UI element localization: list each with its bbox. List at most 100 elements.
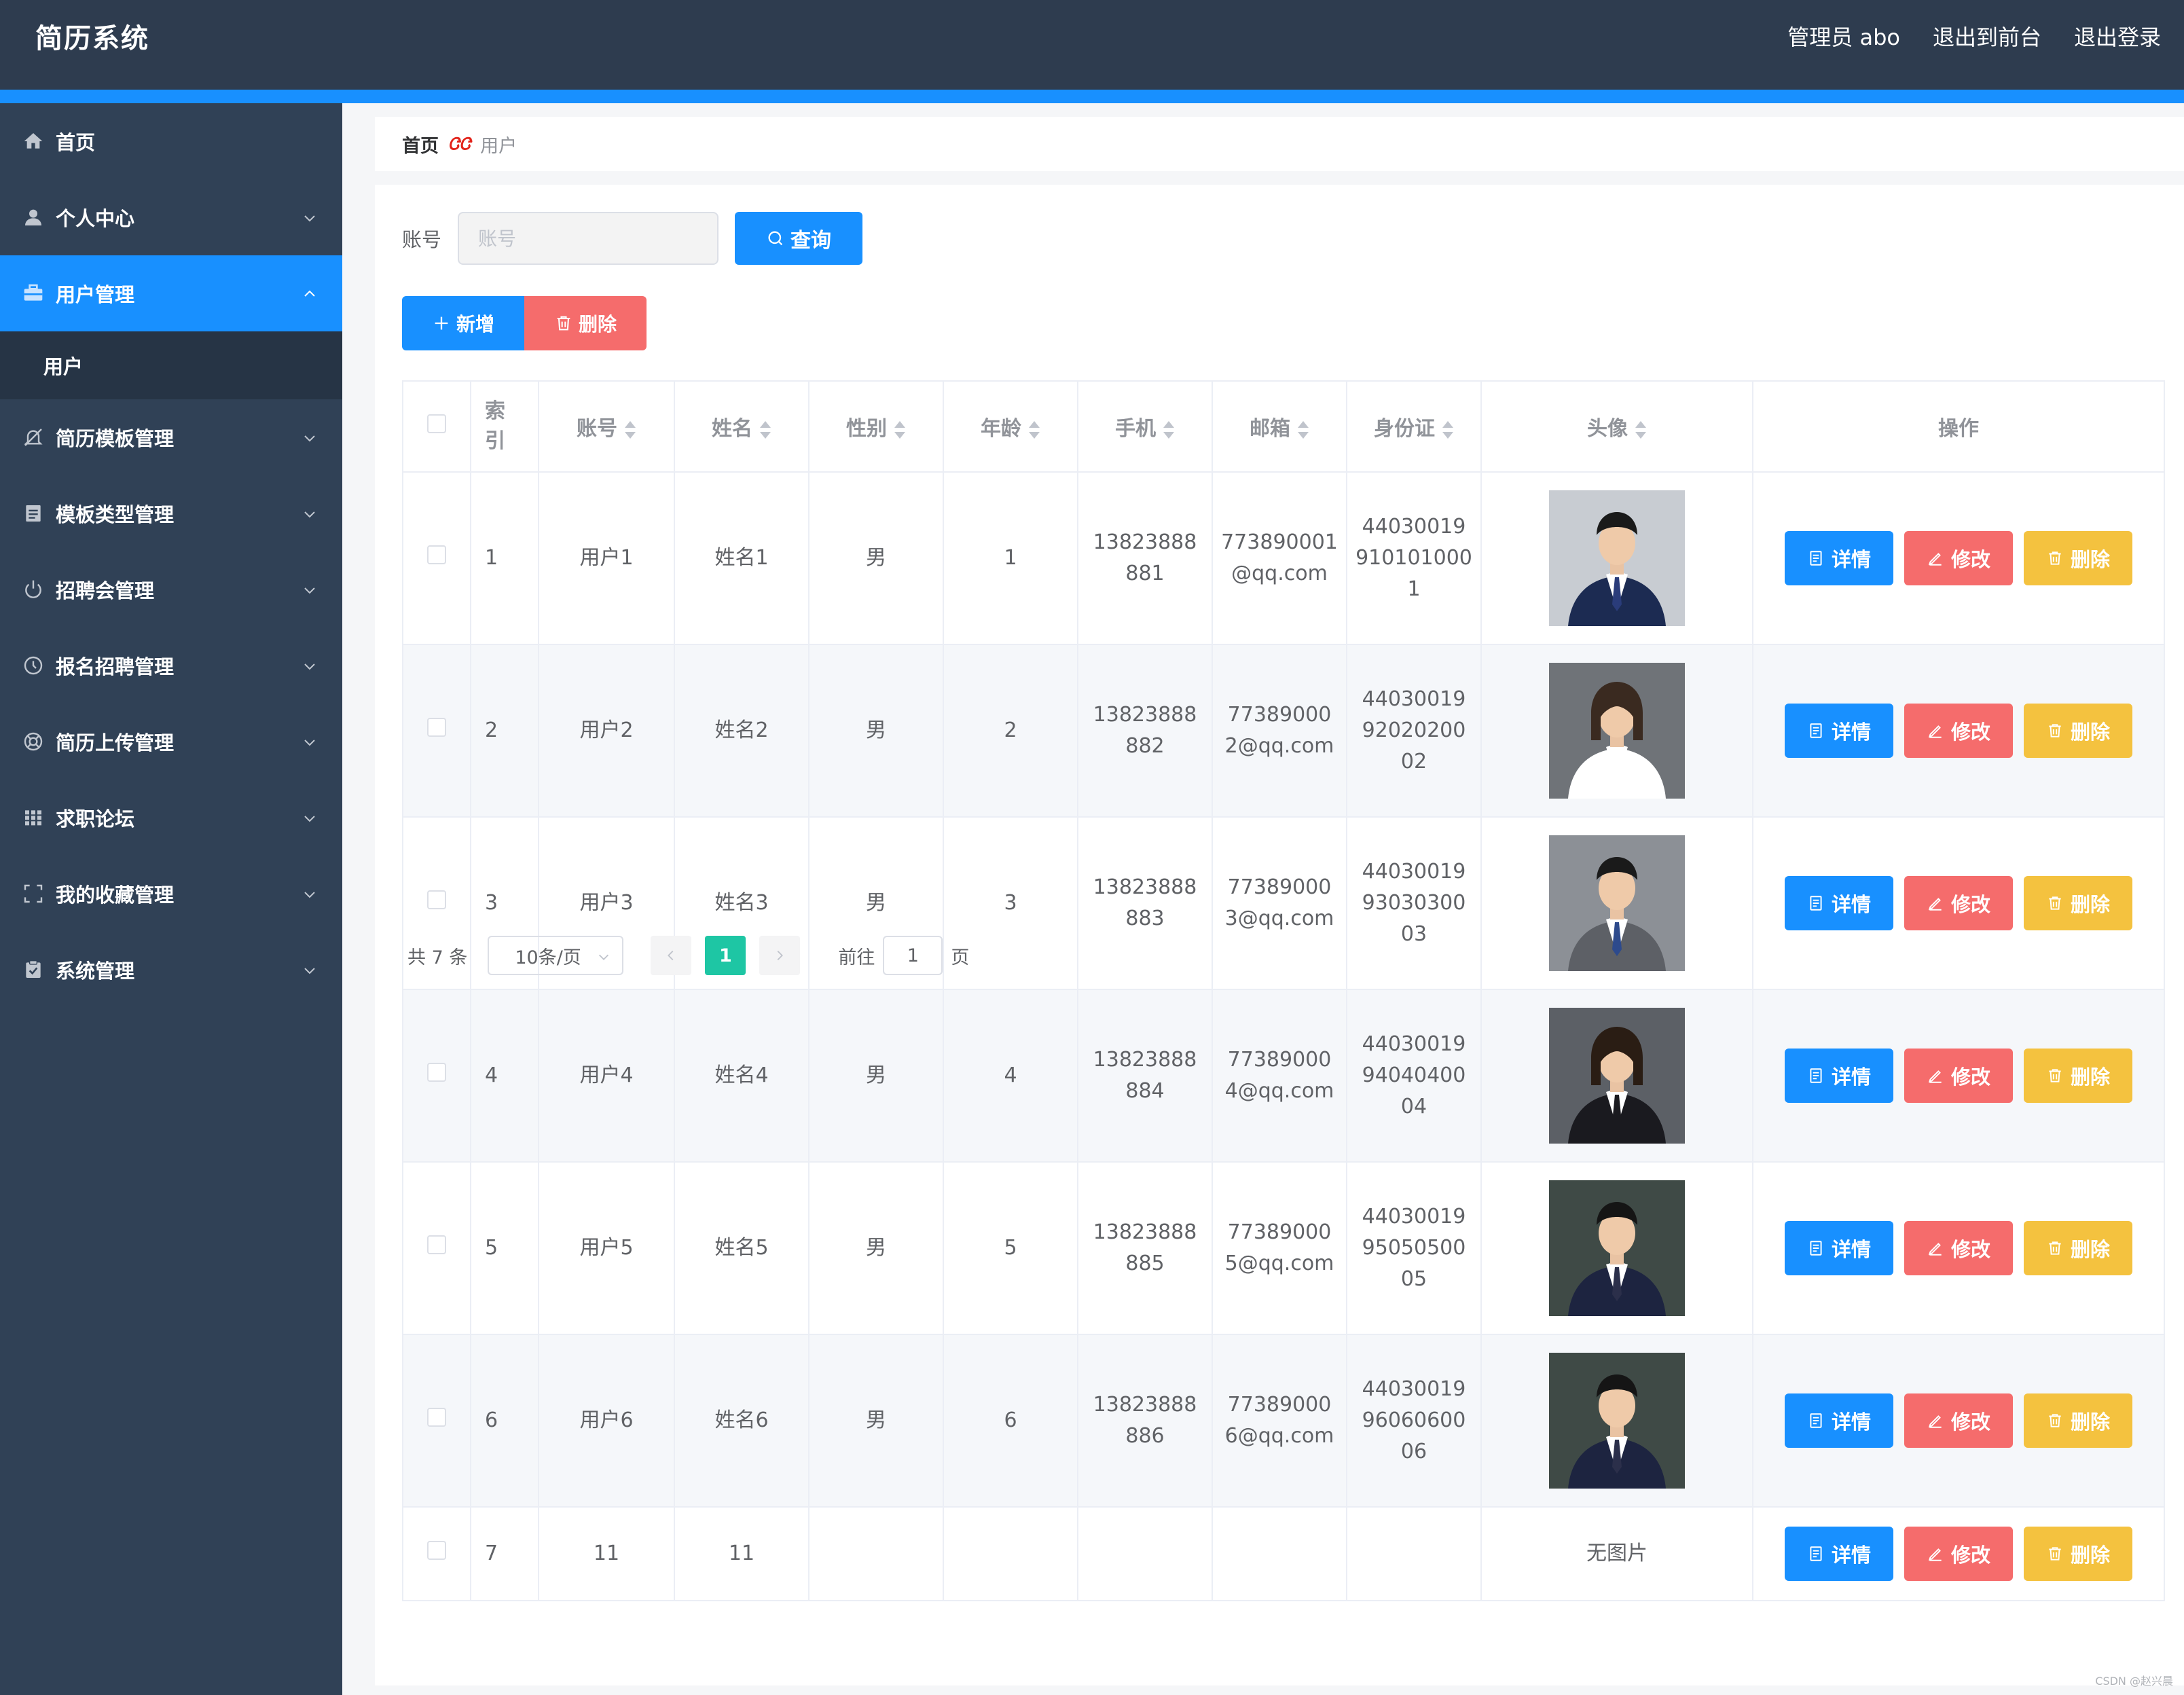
detail-button[interactable]: 详情 [1785,1049,1893,1103]
delete-button[interactable]: 删除 [2024,1221,2132,1275]
email-line: 77389000 [1227,875,1332,899]
logout-link[interactable]: 退出登录 [2074,20,2161,52]
detail-button[interactable]: 详情 [1785,704,1893,758]
idcard-line: 95050500 [1362,1236,1466,1260]
header-avatar[interactable]: 头像 [1480,380,1753,473]
next-page-button[interactable] [759,936,801,975]
cell-account: 用户6 [538,1334,675,1508]
sort-icon [1297,420,1309,439]
detail-button[interactable]: 详情 [1785,531,1893,585]
delete-button[interactable]: 删除 [2024,1393,2132,1448]
edit-button[interactable]: 修改 [1904,876,2013,930]
current-user: 管理员 abo [1787,24,1900,50]
delete-button[interactable]: 删除 [2024,876,2132,930]
sidebar-item-system[interactable]: 系统管理 [0,932,342,1008]
header-phone[interactable]: 手机 [1077,380,1213,473]
page-size-select[interactable]: 10条/页 [488,936,624,975]
edit-button[interactable]: 修改 [1904,1221,2013,1275]
row-checkbox[interactable] [427,718,446,737]
sidebar-item-favorites[interactable]: 我的收藏管理 [0,856,342,932]
pencil-icon [1927,1239,1951,1257]
sidebar-item-job-fair[interactable]: 招聘会管理 [0,551,342,627]
edit-button[interactable]: 修改 [1904,1393,2013,1448]
edit-label: 修改 [1950,1238,1990,1261]
edit-button[interactable]: 修改 [1904,704,2013,758]
row-checkbox[interactable] [427,1408,446,1427]
sidebar-item-resume-template[interactable]: 简历模板管理 [0,399,342,475]
edit-label: 修改 [1950,893,1990,916]
row-checkbox[interactable] [427,1541,446,1560]
detail-button[interactable]: 详情 [1785,1393,1893,1448]
goto-page-input[interactable] [883,936,943,975]
sidebar-item-registration[interactable]: 报名招聘管理 [0,627,342,704]
edit-button[interactable]: 修改 [1904,1049,2013,1103]
page-number-current[interactable]: 1 [705,936,746,975]
sidebar-item-user-management[interactable]: 用户管理 [0,255,342,331]
header-gender[interactable]: 性别 [808,380,944,473]
sidebar-subitem-user[interactable]: 用户 [0,331,342,399]
row-checkbox[interactable] [427,890,446,909]
row-actions: 详情 修改 删除 [1753,1049,2164,1103]
row-checkbox[interactable] [427,1063,446,1082]
cell-phone: 13823888 885 [1077,1161,1213,1335]
sidebar-item-personal-center[interactable]: 个人中心 [0,179,342,255]
row-checkbox-cell [402,1334,471,1508]
edit-button[interactable]: 修改 [1904,1527,2013,1581]
account-search-input[interactable] [458,212,719,265]
fullscreen-icon [22,882,45,905]
sidebar-item-forum[interactable]: 求职论坛 [0,780,342,856]
cell-phone [1077,1506,1213,1601]
chevron-left-icon [668,950,674,961]
cell-index: 5 [470,1161,539,1335]
query-button[interactable]: 查询 [735,212,863,265]
row-checkbox[interactable] [427,545,446,564]
phone-line: 13823888 [1093,703,1197,727]
sidebar-item-template-type[interactable]: 模板类型管理 [0,475,342,551]
delete-label: 删除 [2070,893,2110,916]
header-name[interactable]: 姓名 [674,380,809,473]
delete-button[interactable]: 删除 [2024,1049,2132,1103]
cell-age: 2 [943,644,1078,818]
document-icon [22,502,45,525]
sidebar-item-resume-upload[interactable]: 简历上传管理 [0,704,342,780]
document-icon [1807,1545,1832,1563]
top-header: 简历系统 管理员 abo 退出到前台 退出登录 [0,0,2184,90]
cell-index: 6 [470,1334,539,1508]
row-checkbox-cell [402,1506,471,1601]
trash-icon [2046,549,2071,567]
exit-to-front-link[interactable]: 退出到前台 [1933,20,2041,52]
detail-label: 详情 [1831,548,1871,571]
delete-button[interactable]: 删除 [2024,531,2132,585]
sidebar-item-label: 模板类型管理 [56,503,175,526]
batch-delete-button[interactable]: 删除 [524,296,647,350]
detail-button[interactable]: 详情 [1785,1221,1893,1275]
prev-page-button[interactable] [651,936,692,975]
edit-button[interactable]: 修改 [1904,531,2013,585]
trash-icon [2046,894,2071,912]
sidebar-item-home[interactable]: 首页 [0,103,342,179]
email-line: 3@qq.com [1224,907,1334,930]
cell-age: 4 [943,989,1078,1163]
cell-idcard: 44030019 92020200 02 [1346,644,1482,818]
cell-gender: 男 [808,1161,944,1335]
watermark: CSDN @赵兴晨 [2095,1675,2173,1688]
delete-button[interactable]: 删除 [2024,1527,2132,1581]
cell-idcard: 44030019 910101000 1 [1346,471,1482,645]
header-idcard[interactable]: 身份证 [1346,380,1482,473]
header-age[interactable]: 年龄 [943,380,1078,473]
detail-button[interactable]: 详情 [1785,1527,1893,1581]
header-email[interactable]: 邮箱 [1212,380,1347,473]
idcard-line: 44030019 [1362,1032,1466,1056]
row-checkbox[interactable] [427,1235,446,1254]
add-button[interactable]: 新增 [402,296,524,350]
breadcrumb-home[interactable]: 首页 [402,131,439,158]
delete-button[interactable]: 删除 [2024,704,2132,758]
delete-label: 删除 [2070,1544,2110,1567]
detail-button[interactable]: 详情 [1785,876,1893,930]
chevron-down-icon [302,580,318,596]
breadcrumb-separator-icon: ᏣᏣ [448,134,471,153]
header-account[interactable]: 账号 [538,380,675,473]
header-account-label: 账号 [577,417,617,441]
select-all-checkbox[interactable] [427,414,446,433]
clock-icon [22,654,45,677]
